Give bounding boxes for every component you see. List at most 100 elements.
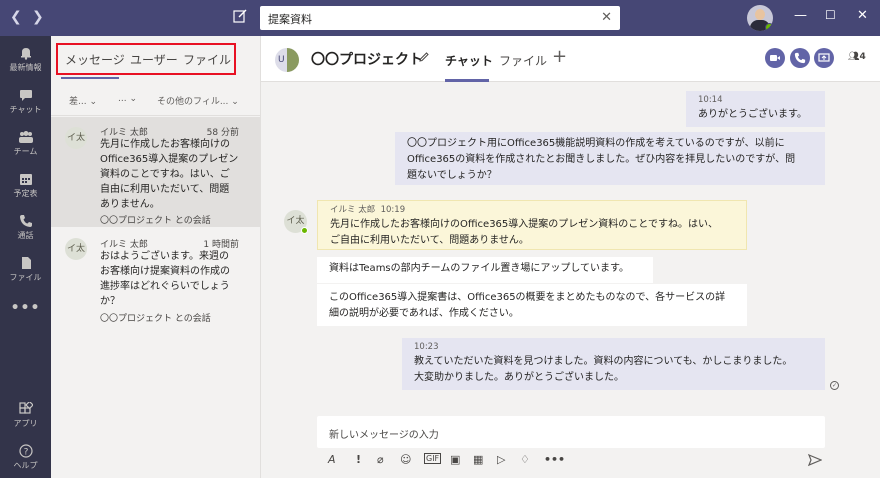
emoji-icon[interactable]: ☺ — [400, 453, 411, 466]
praise-icon[interactable]: ♢ — [520, 453, 530, 466]
rail-label: 予定表 — [13, 189, 38, 198]
message-received-highlighted: イルミ 太郎 10:19 先月に作成したお客様向けのOffice365導入提案の… — [317, 200, 747, 250]
avatar-letter: U — [278, 55, 285, 65]
tab-chat[interactable]: チャット — [445, 52, 493, 69]
bell-icon — [20, 48, 31, 60]
rail-label: 最新情報 — [9, 63, 42, 72]
chevron-down-icon: ⌄ — [231, 97, 239, 107]
gif-icon[interactable]: GIF — [424, 453, 442, 464]
clear-search-icon[interactable]: ✕ — [601, 10, 612, 25]
more-icon[interactable]: ••• — [0, 300, 51, 316]
tab-files-channel[interactable]: ファイル — [499, 52, 547, 69]
chevron-down-icon: ⌄ — [129, 94, 138, 104]
rail-activity[interactable]: 最新情報 — [0, 46, 51, 73]
rail-calls[interactable]: 通話 — [0, 214, 51, 241]
rail-chat[interactable]: チャット — [0, 88, 51, 115]
message-preview: おはようございます。来週の お客様向け提案資料の作成の 進捗率はどれぐらいでしょ… — [100, 249, 242, 309]
share-screen-button[interactable] — [814, 48, 834, 68]
avatar: イ太 — [65, 238, 87, 260]
message-line: 先月に作成したお客様向けのOffice365導入提案のプレゼン資料のことですね。… — [330, 219, 718, 230]
chevron-down-icon: ⌄ — [89, 97, 98, 107]
preview-line: 資料のことですね。はい、ご — [100, 169, 230, 180]
message-time: 10:19 — [380, 205, 406, 215]
app-rail: 最新情報 チャット チーム 予定表 通話 ファイル ••• アプリ ? ヘルプ — [0, 36, 51, 478]
rail-label: チャット — [9, 105, 42, 114]
message-line: ご自由に利用いただいて、問題ありません。 — [330, 235, 529, 246]
rail-files[interactable]: ファイル — [0, 256, 51, 283]
message-line: 細の説明が必要であれば、作成ください。 — [329, 308, 519, 319]
filter-bar: 差... ⌄ ... ⌄ その他のフィル... ⌄ — [51, 86, 261, 116]
filter-label: その他のフィル... — [157, 97, 229, 107]
compose-placeholder: 新しいメッセージの入力 — [329, 430, 439, 441]
format-icon[interactable]: A — [328, 453, 336, 466]
conversation-item[interactable]: イ太 イルミ 太郎 58 分前 先月に作成したお客様向けの Office365導… — [51, 117, 261, 227]
filter-dropdown-2[interactable]: ... ⌄ — [118, 94, 137, 104]
calendar-icon — [19, 174, 32, 185]
close-icon[interactable]: ✕ — [857, 8, 868, 23]
meeting-icon[interactable]: ▦ — [473, 453, 483, 466]
audio-call-button[interactable] — [790, 48, 810, 68]
presence-icon — [301, 227, 308, 234]
search-input[interactable]: 提案資料 ✕ — [260, 6, 620, 30]
channel-avatar: U — [275, 48, 299, 72]
preview-line: ありません。 — [100, 199, 160, 210]
channel-header: U 〇〇プロジェクト チャット ファイル + 👥︎4 — [261, 36, 880, 82]
rail-label: ファイル — [9, 273, 42, 282]
sender-name: イルミ 太郎 — [330, 205, 376, 215]
profile-avatar[interactable] — [747, 5, 773, 31]
preview-line: 先月に作成したお客様向けの — [100, 139, 230, 150]
participants-button[interactable]: 👥︎4 — [848, 52, 866, 62]
compose-icon[interactable] — [232, 8, 248, 24]
filter-label: 差... — [69, 97, 87, 107]
share-screen-icon — [818, 53, 830, 62]
preview-line: おはようございます。来週の — [100, 251, 229, 262]
stream-icon[interactable]: ▷ — [497, 453, 505, 466]
add-tab-icon[interactable]: + — [552, 46, 567, 67]
people-icon: 👥︎ — [848, 52, 860, 62]
message-compose-input[interactable]: 新しいメッセージの入力 — [317, 416, 825, 448]
filter-label: ... — [118, 94, 127, 104]
message-line: このOffice365導入提案書は、Office365の概要をまとめたものなので… — [329, 292, 726, 303]
message-time: 10:23 — [414, 342, 439, 352]
back-icon[interactable]: ❮ — [10, 9, 22, 25]
maximize-icon[interactable]: ☐ — [825, 8, 836, 22]
participant-count: 4 — [859, 52, 866, 62]
more-options-icon[interactable]: ••• — [544, 453, 565, 466]
tab-files[interactable]: ファイル — [183, 51, 231, 68]
message-line: Office365の資料を作成されたとお聞きしました。ぜひ内容を拝見したいのです… — [407, 154, 796, 165]
edit-icon[interactable] — [418, 51, 430, 63]
send-icon[interactable] — [808, 453, 822, 467]
message-text: 資料はTeamsの部内チームのファイル置き場にアップしています。 — [329, 263, 630, 274]
rail-help[interactable]: ? ヘルプ — [0, 444, 51, 471]
preview-line: Office365導入提案のプレゼン — [100, 154, 239, 165]
svg-text:?: ? — [23, 448, 28, 458]
important-icon[interactable]: ! — [356, 453, 361, 466]
message-line: 教えていただいた資料を見つけました。資料の内容についても、かしこまりました。 — [414, 356, 793, 367]
rail-label: 通話 — [17, 231, 34, 240]
title-bar: ❮ ❯ 提案資料 ✕ — ☐ ✕ — [0, 0, 880, 36]
avatar-text: イ太 — [286, 216, 305, 226]
conversation-source: 〇〇プロジェクト との会話 — [100, 216, 211, 226]
filter-dropdown-1[interactable]: 差... ⌄ — [69, 94, 97, 107]
rail-calendar[interactable]: 予定表 — [0, 172, 51, 199]
active-tab-indicator — [61, 77, 119, 79]
minimize-icon[interactable]: — — [794, 8, 807, 23]
video-icon — [770, 55, 780, 61]
tab-messages[interactable]: メッセージ — [65, 51, 125, 68]
search-results-pane: メッセージ ユーザー ファイル 差... ⌄ ... ⌄ その他のフィル... … — [51, 36, 261, 478]
apps-icon — [18, 402, 33, 414]
message-received: このOffice365導入提案書は、Office365の概要をまとめたものなので… — [317, 284, 747, 326]
conversation-item[interactable]: イ太 イルミ 太郎 1 時間前 おはようございます。来週の お客様向け提案資料の… — [51, 228, 261, 328]
tab-users[interactable]: ユーザー — [130, 51, 178, 68]
filter-dropdown-more[interactable]: その他のフィル... ⌄ — [157, 94, 239, 107]
rail-teams[interactable]: チーム — [0, 130, 51, 157]
message-sent: 10:14 ありがとうございます。 — [686, 91, 825, 127]
message-received: 資料はTeamsの部内チームのファイル置き場にアップしています。 — [317, 257, 653, 283]
search-value: 提案資料 — [268, 13, 312, 26]
attach-icon[interactable]: ⌀ — [377, 453, 384, 466]
rail-apps[interactable]: アプリ — [0, 402, 51, 429]
forward-icon[interactable]: ❯ — [32, 9, 44, 25]
sticker-icon[interactable]: ▣ — [450, 453, 460, 466]
video-call-button[interactable] — [765, 48, 785, 68]
chat-icon — [19, 90, 32, 101]
